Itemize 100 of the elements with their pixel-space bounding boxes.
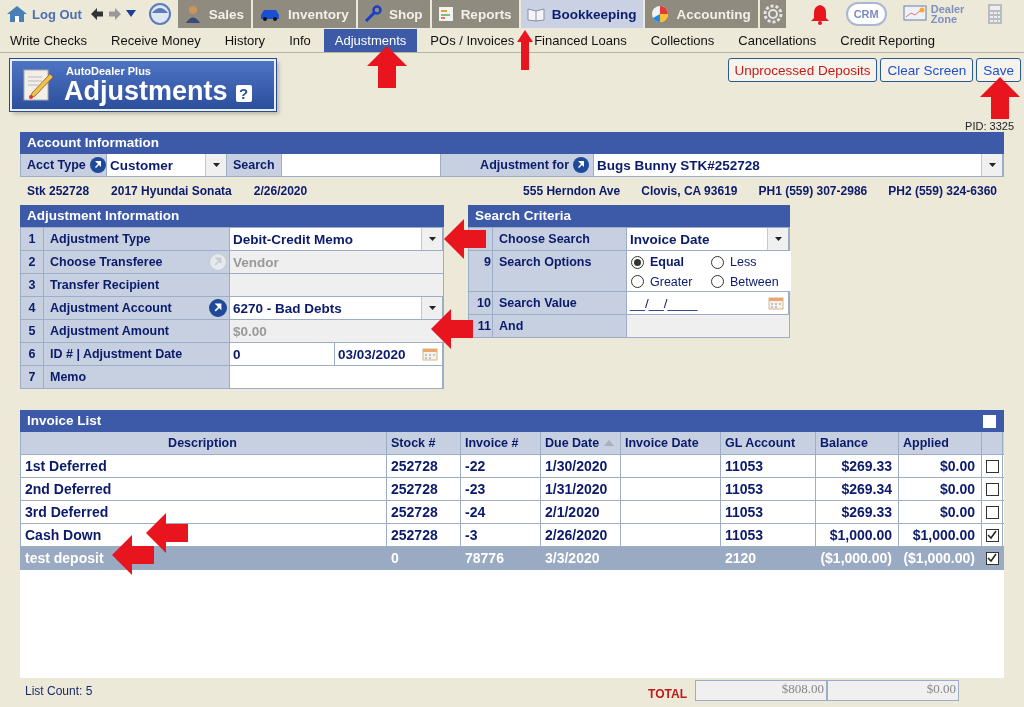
account-info-text: PH2 (559) 324-6360 xyxy=(888,184,997,198)
select-all-checkbox[interactable] xyxy=(983,414,996,428)
table-cell: -24 xyxy=(465,504,486,520)
account-type-select[interactable]: Customer xyxy=(107,154,227,176)
caret-icon[interactable] xyxy=(988,163,996,167)
subnav-tab[interactable]: Credit Reporting xyxy=(829,29,946,52)
adjustment-for-select[interactable]: Bugs Bunny STK#252728 xyxy=(594,154,1003,176)
memo-field[interactable] xyxy=(230,366,443,388)
picker-icon[interactable] xyxy=(573,157,589,173)
table-cell: ($1,000.00) xyxy=(903,550,975,566)
module-tab[interactable]: Bookkeeping xyxy=(520,0,644,28)
total-field: $0.00 xyxy=(827,680,959,701)
subnav-tab[interactable]: Write Checks xyxy=(0,29,99,52)
column-header[interactable]: Stock # xyxy=(387,432,461,454)
caret-icon[interactable] xyxy=(428,237,436,241)
table-cell: 252728 xyxy=(391,458,438,474)
id-field[interactable]: 0 xyxy=(230,343,335,365)
caret-icon[interactable] xyxy=(125,10,136,18)
home-icon[interactable] xyxy=(6,5,28,23)
radio-option[interactable]: Between xyxy=(711,272,791,291)
table-cell: 0 xyxy=(391,550,399,566)
table-cell: -22 xyxy=(465,458,486,474)
row-checkbox[interactable] xyxy=(985,459,999,473)
table-cell: 11053 xyxy=(725,458,764,474)
subnav-tab[interactable]: Info xyxy=(278,29,322,52)
table-cell: 3/3/2020 xyxy=(545,550,600,566)
subnav-tab[interactable]: Cancellations xyxy=(727,29,828,52)
table-cell: 1/30/2020 xyxy=(545,458,608,474)
column-header[interactable]: GL Account xyxy=(721,432,816,454)
column-header[interactable]: Description xyxy=(21,432,387,454)
table-cell: $1,000.00 xyxy=(912,527,975,543)
subnav-tab[interactable]: POs / Invoices xyxy=(419,29,515,52)
table-cell: test deposit xyxy=(25,550,104,566)
table-cell: -23 xyxy=(465,481,486,497)
subnav-tab[interactable]: Collections xyxy=(639,29,726,52)
column-header[interactable]: Invoice Date xyxy=(621,432,721,454)
pointer-arrow-icon xyxy=(367,46,407,88)
table-cell: 11053 xyxy=(725,481,764,497)
dropdown-field[interactable]: Debit-Credit Memo xyxy=(230,228,443,250)
caret-icon[interactable] xyxy=(774,237,782,241)
action-button[interactable]: Clear Screen xyxy=(880,58,974,82)
radio-option[interactable]: Equal xyxy=(631,253,711,271)
brand-name: AutoDealer Plus xyxy=(66,65,152,77)
row-checkbox[interactable] xyxy=(985,528,999,542)
help-button[interactable]: ? xyxy=(235,84,252,102)
table-cell: $0.00 xyxy=(939,481,975,497)
picker-icon[interactable] xyxy=(209,299,227,317)
column-header[interactable]: Applied xyxy=(899,432,982,454)
row-checkbox[interactable] xyxy=(985,482,999,496)
subnav-tab[interactable]: Receive Money xyxy=(100,29,212,52)
caret-icon[interactable] xyxy=(212,163,220,167)
caret-icon[interactable] xyxy=(428,306,436,310)
settings-tab[interactable] xyxy=(759,0,786,28)
table-cell: $1,000.00 xyxy=(829,527,892,543)
date-field[interactable]: __/__/____ xyxy=(627,292,789,314)
pointer-arrow-icon xyxy=(146,513,188,553)
picker-icon[interactable] xyxy=(89,157,106,173)
support-agent-icon[interactable] xyxy=(147,2,172,26)
person-icon xyxy=(183,5,202,23)
total-field: $808.00 xyxy=(695,680,827,701)
row-number: 7 xyxy=(21,366,44,388)
table-cell: $0.00 xyxy=(939,504,975,520)
logout-link[interactable]: Log Out xyxy=(32,6,82,22)
subnav-tab[interactable]: Financed Loans xyxy=(534,29,638,52)
search-field[interactable] xyxy=(282,154,441,176)
pointer-arrow-icon xyxy=(431,309,473,349)
pid-label: PID: 3325 xyxy=(965,120,1014,132)
page-title: Adjustments xyxy=(64,77,228,105)
account-info-text: Stk 252728 xyxy=(27,184,90,198)
subnav-tab[interactable]: Adjustments xyxy=(323,29,418,52)
column-header[interactable]: Invoice # xyxy=(461,432,541,454)
field-label-cell: Adjustment for xyxy=(441,154,594,176)
car-icon xyxy=(259,7,282,21)
pointer-arrow-icon xyxy=(980,77,1020,119)
dropdown-field[interactable]: Invoice Date xyxy=(627,228,789,250)
radio-option[interactable]: Greater xyxy=(631,272,711,291)
total-label: TOTAL xyxy=(648,686,687,701)
column-header[interactable]: Balance xyxy=(816,432,899,454)
action-button[interactable]: Unprocessed Deposits xyxy=(727,58,878,82)
table-cell: 11053 xyxy=(725,504,764,520)
table-cell: 252728 xyxy=(391,481,438,497)
bell-icon[interactable] xyxy=(809,3,830,25)
row-checkbox[interactable] xyxy=(985,551,999,565)
column-header[interactable]: Due Date xyxy=(541,432,621,454)
table-cell: 1st Deferred xyxy=(25,458,107,474)
table-cell: $269.33 xyxy=(841,504,892,520)
action-button[interactable]: Save xyxy=(976,58,1021,82)
radio-option[interactable]: Less xyxy=(711,253,791,271)
account-info-text: 2/26/2020 xyxy=(253,184,308,198)
subnav-tab[interactable]: History xyxy=(213,29,277,52)
field-label-cell: Acct Type xyxy=(21,154,107,176)
date-field[interactable]: 03/03/2020 xyxy=(335,343,443,365)
table-cell: 78776 xyxy=(465,550,504,566)
back-arrow-icon[interactable] xyxy=(89,7,104,21)
pointer-arrow-icon xyxy=(444,219,486,259)
panel-header: Adjustment Information xyxy=(20,205,444,227)
row-checkbox[interactable] xyxy=(985,505,999,519)
table-cell: 2120 xyxy=(725,550,757,566)
dropdown-field[interactable]: 6270 - Bad Debts xyxy=(230,297,443,319)
account-info-text: Clovis, CA 93619 xyxy=(641,184,738,198)
